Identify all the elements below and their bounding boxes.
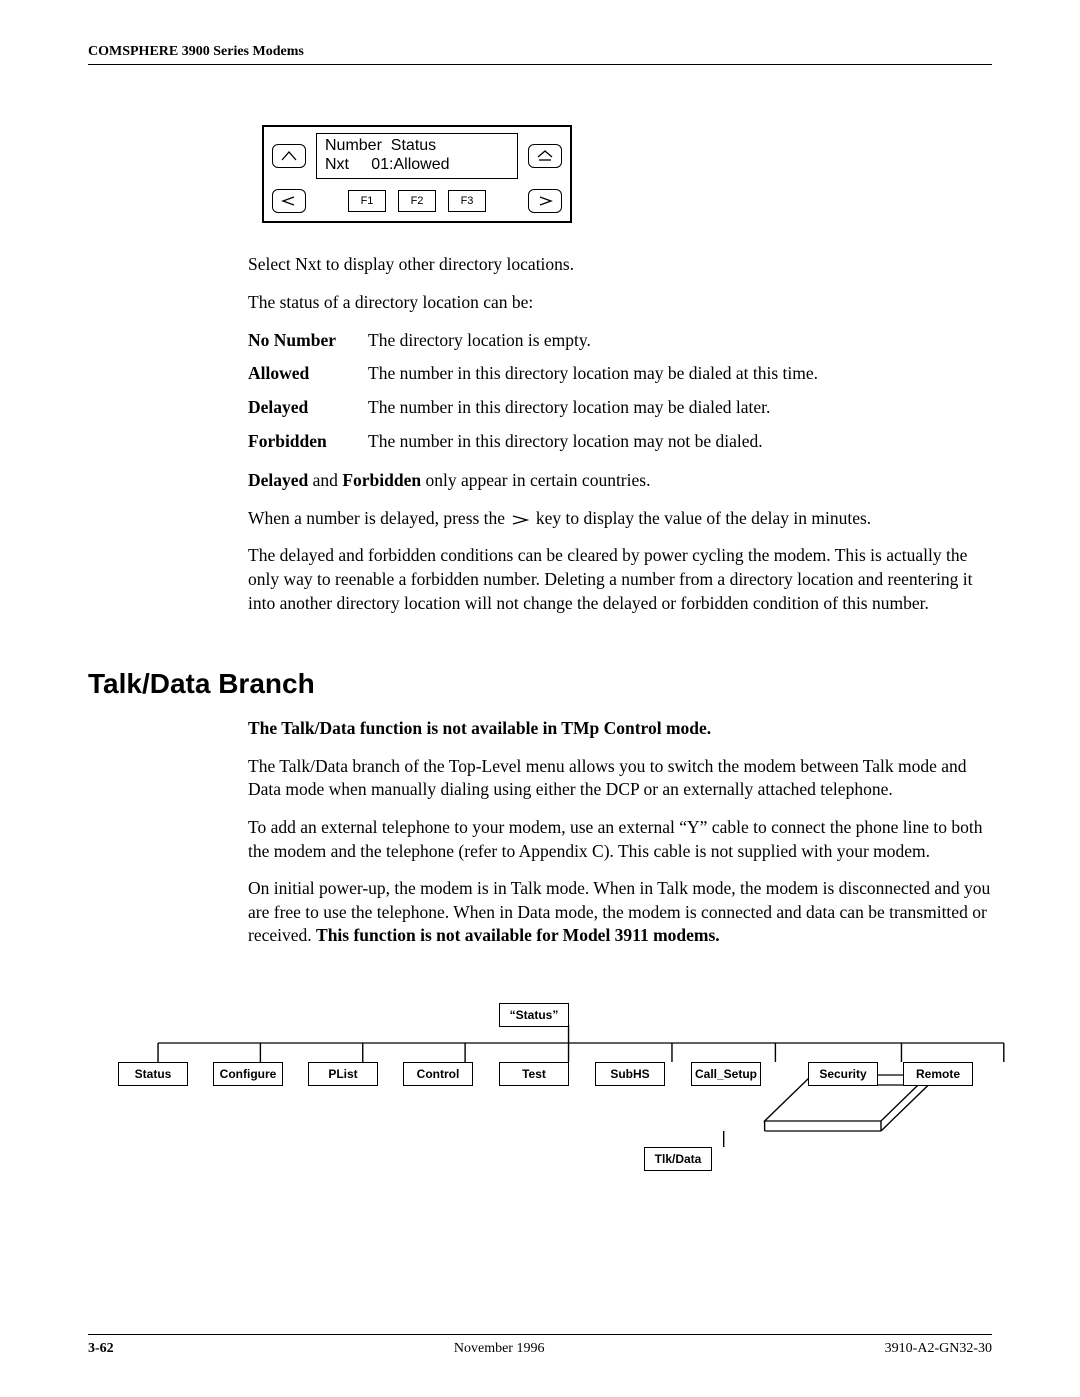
- para-tmp-note: The Talk/Data function is not available …: [248, 717, 992, 741]
- para-branch: The Talk/Data branch of the Top-Level me…: [248, 755, 992, 802]
- lcd-panel: Number Status Nxt 01:Allowed F1 F2 F3: [262, 125, 572, 223]
- lcd-line2: Nxt 01:Allowed: [325, 156, 450, 173]
- delay-a: When a number is delayed, press the: [248, 508, 509, 528]
- left-arrow-button[interactable]: [272, 189, 306, 213]
- triangle-up-icon: [280, 150, 298, 162]
- tree-node-security: Security: [808, 1062, 878, 1086]
- def-term: Forbidden: [248, 430, 368, 454]
- right-arrow-button[interactable]: [528, 189, 562, 213]
- tree-node-callsetup: Call_Setup: [691, 1062, 761, 1086]
- text-b2: Forbidden: [342, 470, 421, 490]
- def-desc: The number in this directory location ma…: [368, 396, 992, 420]
- def-desc: The number in this directory location ma…: [368, 362, 992, 386]
- lcd-screen: Number Status Nxt 01:Allowed: [316, 133, 518, 179]
- def-desc: The directory location is empty.: [368, 329, 992, 353]
- triangle-right-icon: [536, 195, 554, 207]
- tree-node-remote: Remote: [903, 1062, 973, 1086]
- section-talk-data: Talk/Data Branch: [88, 665, 992, 703]
- text-tail: only appear in certain countries.: [421, 470, 650, 490]
- footer-doc: 3910-A2-GN32-30: [885, 1341, 992, 1357]
- para-delay: When a number is delayed, press the key …: [248, 507, 992, 531]
- footer-date: November 1996: [454, 1341, 545, 1357]
- para-status-intro: The status of a directory location can b…: [248, 291, 992, 315]
- para-countries: Delayed and Forbidden only appear in cer…: [248, 469, 992, 493]
- triangle-left-icon: [280, 195, 298, 207]
- def-row: No Number The directory location is empt…: [248, 329, 992, 353]
- page-footer: 3-62 November 1996 3910-A2-GN32-30: [88, 1334, 992, 1357]
- up-arrow-button[interactable]: [272, 144, 306, 168]
- status-definitions: No Number The directory location is empt…: [248, 329, 992, 454]
- triangle-right-icon: [509, 514, 531, 526]
- menu-tree: “Status” Status Configure PList Control …: [88, 1003, 1062, 1203]
- def-term: No Number: [248, 329, 368, 353]
- tree-node-control: Control: [403, 1062, 473, 1086]
- para-clear: The delayed and forbidden conditions can…: [248, 544, 992, 615]
- f1-key[interactable]: F1: [348, 190, 386, 212]
- tree-root: “Status”: [499, 1003, 569, 1027]
- def-row: Allowed The number in this directory loc…: [248, 362, 992, 386]
- para-ycable: To add an external telephone to your mod…: [248, 816, 992, 863]
- delay-b: key to display the value of the delay in…: [536, 508, 871, 528]
- home-button[interactable]: [528, 144, 562, 168]
- def-term: Allowed: [248, 362, 368, 386]
- tree-node-configure: Configure: [213, 1062, 283, 1086]
- lcd-line1: Number Status: [325, 137, 436, 154]
- text-mid: and: [308, 470, 342, 490]
- running-head: COMSPHERE 3900 Series Modems: [88, 44, 992, 65]
- tree-node-status: Status: [118, 1062, 188, 1086]
- para-select-nxt: Select Nxt to display other directory lo…: [248, 253, 992, 277]
- tree-node-plist: PList: [308, 1062, 378, 1086]
- f3-key[interactable]: F3: [448, 190, 486, 212]
- tree-node-test: Test: [499, 1062, 569, 1086]
- def-term: Delayed: [248, 396, 368, 420]
- text-b1: Delayed: [248, 470, 308, 490]
- footer-page: 3-62: [88, 1341, 114, 1357]
- home-icon: [536, 149, 554, 163]
- def-row: Delayed The number in this directory loc…: [248, 396, 992, 420]
- f2-key[interactable]: F2: [398, 190, 436, 212]
- tree-node-tlkdata: Tlk/Data: [644, 1147, 712, 1171]
- tree-node-subhs: SubHS: [595, 1062, 665, 1086]
- para-initial: On initial power-up, the modem is in Tal…: [248, 877, 992, 948]
- def-row: Forbidden The number in this directory l…: [248, 430, 992, 454]
- def-desc: The number in this directory location ma…: [368, 430, 992, 454]
- initial-b: This function is not available for Model…: [316, 925, 720, 945]
